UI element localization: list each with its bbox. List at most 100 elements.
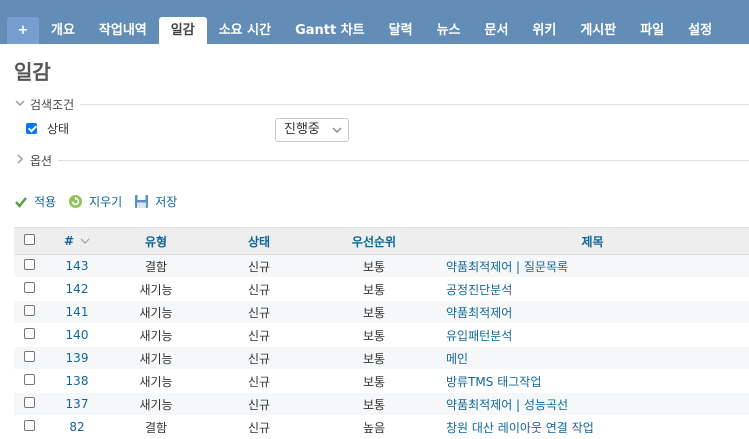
row-type: 새기능 bbox=[139, 351, 173, 366]
status-operator-select[interactable]: 진행중 bbox=[275, 118, 349, 142]
row-checkbox[interactable] bbox=[24, 374, 35, 385]
row-priority: 보통 bbox=[362, 259, 386, 274]
row-checkbox[interactable] bbox=[24, 305, 35, 316]
row-type: 새기능 bbox=[139, 328, 173, 343]
filters-legend-label: 검색조건 bbox=[30, 98, 75, 112]
row-id[interactable]: 140 bbox=[48, 328, 106, 342]
table-row[interactable]: 137 새기능 신규 보통 약품최적제어 | 성능곡선 bbox=[14, 393, 749, 416]
new-object-button[interactable]: + bbox=[7, 17, 39, 44]
row-type: 결함 bbox=[144, 259, 168, 274]
filter-status-checkbox[interactable] bbox=[26, 123, 37, 134]
row-status: 신규 bbox=[247, 397, 271, 412]
table-row[interactable]: 141 새기능 신규 보통 약품최적제어 bbox=[14, 301, 749, 324]
chevron-right-icon bbox=[14, 154, 26, 167]
tab-6[interactable]: 뉴스 bbox=[425, 17, 473, 44]
tab-11[interactable]: 설정 bbox=[676, 17, 724, 44]
table-body: 143 결함 신규 보통 약품최적제어 | 질문목록 142 새기능 신규 보통 공정진단분석 14… bbox=[14, 255, 749, 439]
table-row[interactable]: 143 결함 신규 보통 약품최적제어 | 질문목록 bbox=[14, 255, 749, 278]
row-status: 신규 bbox=[247, 305, 271, 320]
tab-2[interactable]: 일감 bbox=[158, 17, 207, 44]
tab-3[interactable]: 소요 시간 bbox=[207, 17, 283, 44]
row-priority: 높음 bbox=[362, 420, 386, 435]
column-header-subject[interactable]: 제목 bbox=[436, 233, 749, 250]
status-operator-value: 진행중 bbox=[284, 122, 320, 137]
row-status: 신규 bbox=[247, 420, 271, 435]
tab-8[interactable]: 위키 bbox=[520, 17, 568, 44]
row-type: 새기능 bbox=[139, 374, 173, 389]
column-header-priority[interactable]: 우선순위 bbox=[312, 233, 436, 250]
row-checkbox[interactable] bbox=[24, 420, 35, 431]
sort-desc-icon bbox=[80, 237, 90, 248]
row-priority: 보통 bbox=[362, 374, 386, 389]
row-priority: 보통 bbox=[362, 282, 386, 297]
save-icon bbox=[134, 194, 149, 209]
row-checkbox[interactable] bbox=[24, 351, 35, 362]
row-priority: 보통 bbox=[362, 397, 386, 412]
row-subject[interactable]: 메인 bbox=[436, 350, 749, 367]
row-id[interactable]: 143 bbox=[48, 259, 106, 273]
row-status: 신규 bbox=[247, 328, 271, 343]
chevron-down-icon bbox=[14, 98, 26, 111]
table-row[interactable]: 139 새기능 신규 보통 메인 bbox=[14, 347, 749, 370]
filters-legend-toggle[interactable]: 검색조건 bbox=[14, 96, 81, 113]
tab-7[interactable]: 문서 bbox=[472, 17, 520, 44]
options-legend-label: 옵션 bbox=[30, 154, 53, 168]
filter-status-label: 상태 bbox=[47, 122, 70, 136]
tab-0[interactable]: 개요 bbox=[39, 17, 87, 44]
filter-status-row: 상태 bbox=[26, 120, 69, 137]
options-legend-toggle[interactable]: 옵션 bbox=[14, 152, 59, 169]
column-header-type[interactable]: 유형 bbox=[106, 233, 206, 250]
row-checkbox[interactable] bbox=[24, 397, 35, 408]
row-type: 새기능 bbox=[139, 397, 173, 412]
row-status: 신규 bbox=[247, 282, 271, 297]
row-subject[interactable]: 방류TMS 태그작업 bbox=[436, 373, 749, 390]
row-priority: 보통 bbox=[362, 351, 386, 366]
query-actions: 적용 지우기 저장 bbox=[14, 193, 189, 210]
row-id[interactable]: 137 bbox=[48, 397, 106, 411]
row-subject[interactable]: 약품최적제어 | 질문목록 bbox=[436, 258, 749, 275]
clear-button[interactable]: 지우기 bbox=[68, 193, 122, 210]
filters-divider bbox=[14, 104, 749, 105]
options-divider bbox=[14, 160, 749, 161]
row-checkbox[interactable] bbox=[24, 328, 35, 339]
row-subject[interactable]: 약품최적제어 bbox=[436, 304, 749, 321]
checkmark-icon bbox=[14, 195, 28, 209]
row-id[interactable]: 141 bbox=[48, 305, 106, 319]
row-status: 신규 bbox=[247, 374, 271, 389]
table-row[interactable]: 138 새기능 신규 보통 방류TMS 태그작업 bbox=[14, 370, 749, 393]
row-priority: 보통 bbox=[362, 328, 386, 343]
table-header: # 유형 상태 우선순위 제목 bbox=[14, 228, 749, 255]
reload-icon bbox=[68, 194, 83, 209]
select-all-checkbox[interactable] bbox=[24, 234, 35, 245]
row-checkbox[interactable] bbox=[24, 282, 35, 293]
table-row[interactable]: 142 새기능 신규 보통 공정진단분석 bbox=[14, 278, 749, 301]
row-priority: 보통 bbox=[362, 305, 386, 320]
tab-5[interactable]: 달력 bbox=[377, 17, 425, 44]
row-id[interactable]: 82 bbox=[48, 420, 106, 434]
project-tabs: + 개요 작업내역 일감 소요 시간 Gantt 차트 달력 뉴스 문서 위키 게시판 파일 설정 bbox=[7, 17, 724, 44]
row-type: 결함 bbox=[144, 420, 168, 435]
tab-9[interactable]: 게시판 bbox=[568, 17, 628, 44]
row-type: 새기능 bbox=[139, 282, 173, 297]
row-type: 새기능 bbox=[139, 305, 173, 320]
page-title: 일감 bbox=[14, 60, 51, 84]
row-subject[interactable]: 공정진단분석 bbox=[436, 281, 749, 298]
save-button[interactable]: 저장 bbox=[134, 193, 177, 210]
row-status: 신규 bbox=[247, 259, 271, 274]
apply-button[interactable]: 적용 bbox=[14, 193, 56, 210]
row-subject[interactable]: 창원 대산 레이아웃 연결 작업 bbox=[436, 419, 749, 436]
tab-1[interactable]: 작업내역 bbox=[87, 17, 159, 44]
row-subject[interactable]: 약품최적제어 | 성능곡선 bbox=[436, 396, 749, 413]
row-id[interactable]: 142 bbox=[48, 282, 106, 296]
row-id[interactable]: 138 bbox=[48, 374, 106, 388]
column-header-id[interactable]: # bbox=[48, 234, 106, 248]
row-id[interactable]: 139 bbox=[48, 351, 106, 365]
row-checkbox[interactable] bbox=[24, 259, 35, 270]
tab-10[interactable]: 파일 bbox=[628, 17, 676, 44]
row-subject[interactable]: 유입패턴분석 bbox=[436, 327, 749, 344]
issues-table: # 유형 상태 우선순위 제목 143 결함 신규 보통 약품최적제어 | 질문목록 14… bbox=[14, 227, 749, 439]
table-row[interactable]: 140 새기능 신규 보통 유입패턴분석 bbox=[14, 324, 749, 347]
column-header-status[interactable]: 상태 bbox=[206, 233, 312, 250]
chevron-down-icon bbox=[332, 119, 342, 150]
tab-4[interactable]: Gantt 차트 bbox=[283, 17, 377, 44]
